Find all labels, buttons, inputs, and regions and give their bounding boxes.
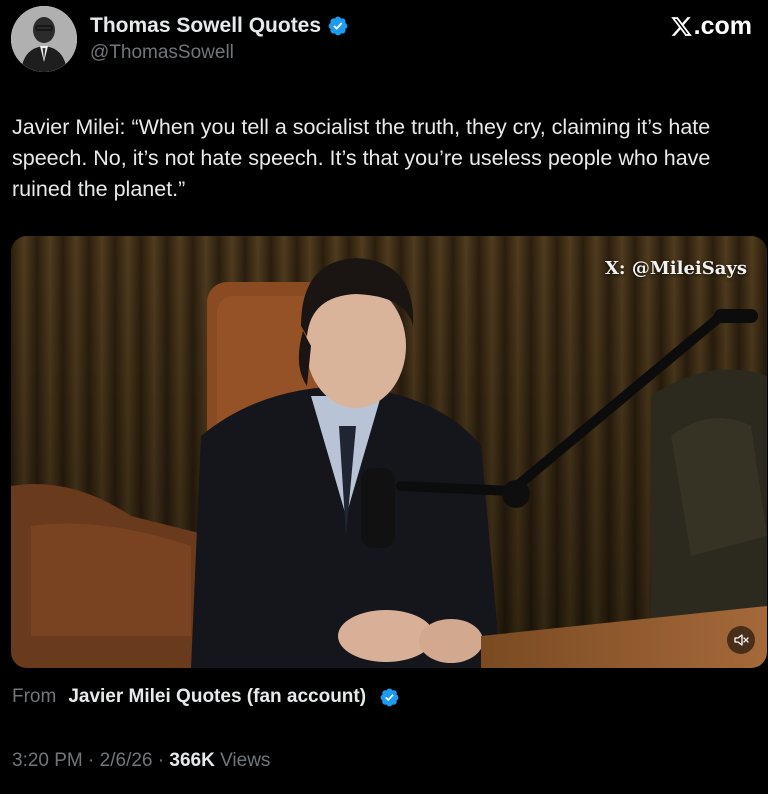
video-watermark: X: @MileiSays xyxy=(604,258,747,279)
source-attribution: From Javier Milei Quotes (fan account) xyxy=(12,686,400,708)
verified-badge-icon xyxy=(327,15,349,37)
video-frame xyxy=(11,236,767,668)
x-logo-icon xyxy=(670,15,693,38)
avatar[interactable] xyxy=(11,6,77,72)
mute-button[interactable] xyxy=(727,626,755,654)
author-name-text[interactable]: Thomas Sowell Quotes xyxy=(90,14,321,38)
tweet-header: Thomas Sowell Quotes @ThomasSowell .com xyxy=(0,0,768,80)
video-player[interactable]: X: @MileiSays xyxy=(11,236,767,668)
tweet-meta: 3:20 PM · 2/6/26 · 366K Views xyxy=(12,750,270,772)
meta-separator: · xyxy=(157,750,165,771)
speaker-muted-icon xyxy=(733,632,749,648)
tweet-text: Javier Milei: “When you tell a socialist… xyxy=(12,115,711,201)
meta-separator: · xyxy=(88,750,95,771)
views-label: Views xyxy=(220,750,271,771)
tweet-time[interactable]: 3:20 PM xyxy=(12,750,83,771)
source-label: From xyxy=(12,686,57,707)
author-handle[interactable]: @ThomasSowell xyxy=(90,42,234,64)
verified-badge-icon xyxy=(379,687,400,708)
tweet-date[interactable]: 2/6/26 xyxy=(100,750,153,771)
source-account-link[interactable]: Javier Milei Quotes (fan account) xyxy=(68,686,366,708)
author-name[interactable]: Thomas Sowell Quotes xyxy=(90,14,349,38)
views-count: 366K xyxy=(169,750,215,771)
brand-logo[interactable]: .com xyxy=(670,12,752,41)
brand-label: .com xyxy=(693,12,752,40)
